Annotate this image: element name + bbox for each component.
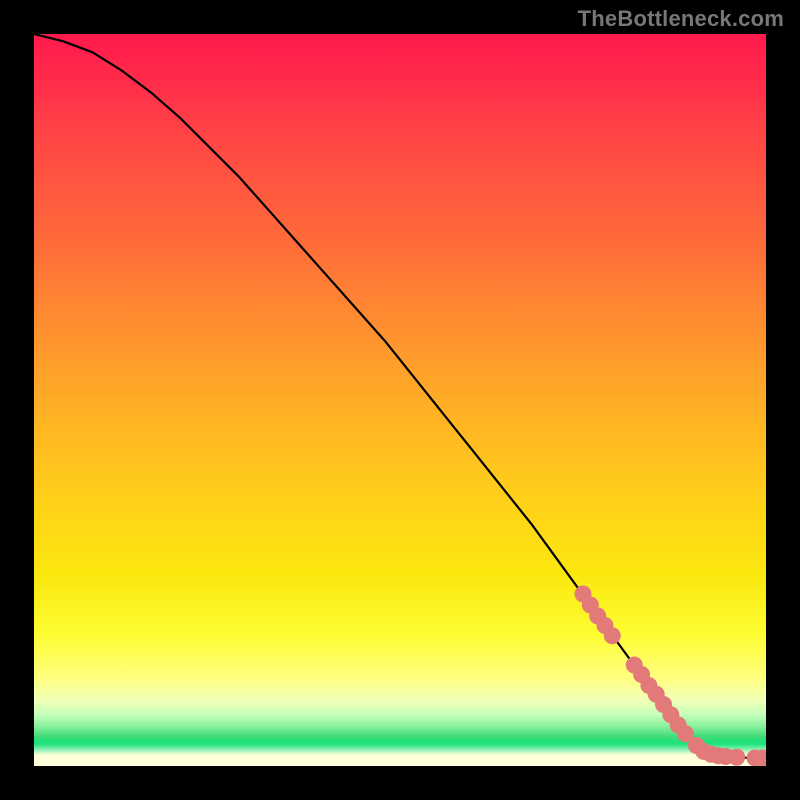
chart-svg — [34, 34, 766, 766]
data-dot — [728, 749, 745, 766]
data-dots-group — [575, 585, 767, 766]
data-dot — [604, 627, 621, 644]
bottleneck-curve-line — [34, 34, 766, 758]
watermark-text: TheBottleneck.com — [578, 6, 784, 32]
plot-area — [34, 34, 766, 766]
chart-frame: TheBottleneck.com — [0, 0, 800, 800]
